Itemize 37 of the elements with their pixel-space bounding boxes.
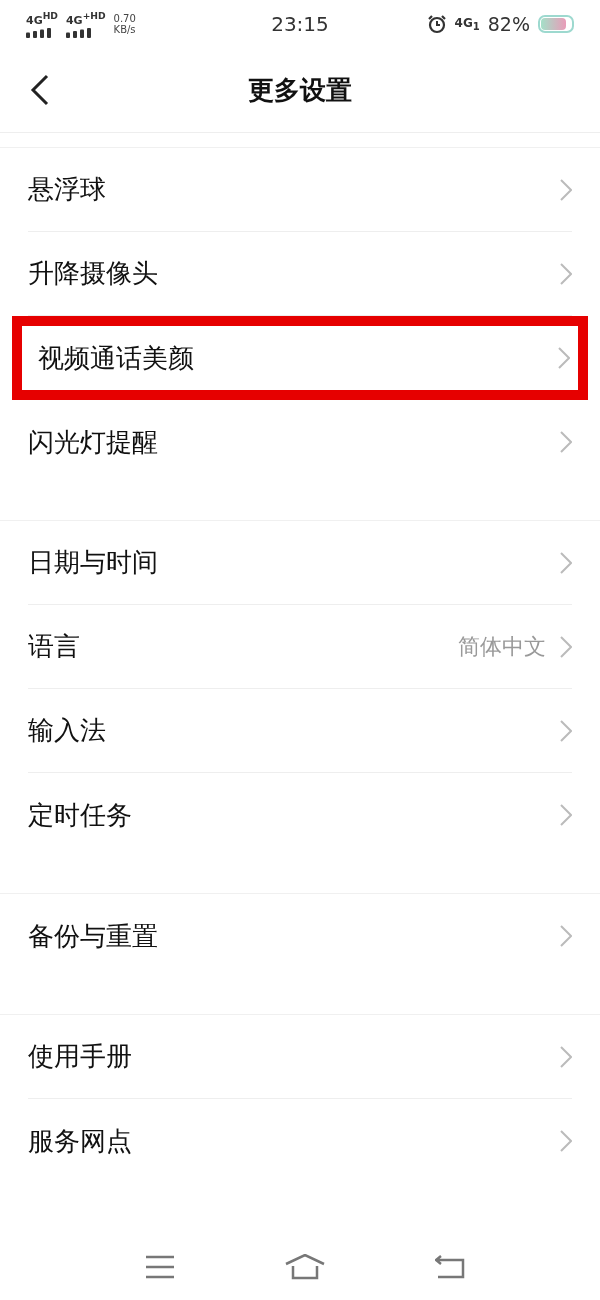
settings-item[interactable]: 闪光灯提醒 [28,400,572,484]
signal-icon [26,27,52,38]
network-label: 4G$_{1}$ [454,15,480,33]
menu-icon[interactable] [145,1255,175,1279]
battery-percentage: 82% [487,13,530,35]
settings-item[interactable]: 备份与重置 [28,894,572,978]
page-title: 更多设置 [248,73,352,107]
battery-icon [538,15,574,33]
chevron-icon [560,804,572,826]
network-label: 4G$^{HD}$ [26,10,58,27]
chevron-icon [560,925,572,947]
chevron-icon [560,551,572,574]
settings-item[interactable]: 悬浮球 [28,148,572,232]
network-label: 4G$^{+HD}$ [65,10,106,27]
alarm-icon [426,14,447,34]
settings-item[interactable]: 服务网点 [28,1099,572,1183]
settings-item[interactable]: 定时任务 [28,773,572,857]
settings-item[interactable]: 输入法 [28,689,572,773]
chevron-icon [560,178,572,201]
chevron-icon [560,719,572,742]
settings-item[interactable]: 日期与时间 [28,521,572,605]
back-icon[interactable] [30,74,50,106]
signal-icon [65,27,92,38]
clock: 23:15 [271,12,329,36]
settings-item[interactable]: 语言 简体中文 [28,605,572,689]
settings-item[interactable]: 视频通话美颜 [12,316,588,400]
settings-item[interactable]: 使用手册 [28,1015,572,1099]
settings-item[interactable]: 升降摄像头 [28,232,572,316]
speed-unit: KB/s [113,24,136,35]
speed-value: 0.70 [113,13,136,24]
chevron-icon [560,262,572,285]
chevron-icon [560,1130,572,1152]
chevron-icon [558,347,570,369]
home-icon[interactable] [285,1254,325,1280]
chevron-icon [560,1045,572,1068]
chevron-icon [560,635,572,658]
chevron-icon [560,431,572,453]
